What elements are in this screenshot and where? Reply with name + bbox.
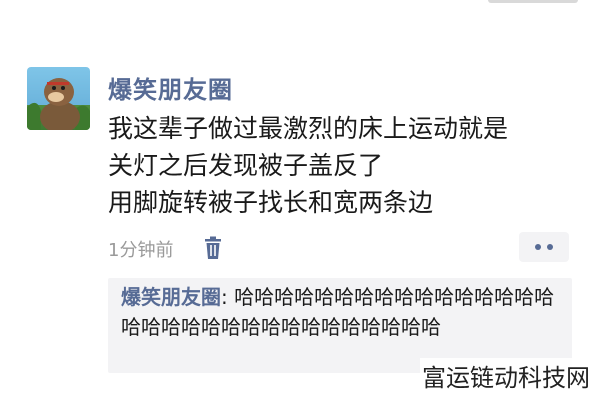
top-edge-bar: [488, 0, 578, 3]
avatar-illustration: [27, 78, 90, 130]
comment-separator: :: [221, 285, 235, 309]
post-content: 我这辈子做过最激烈的床上运动就是 关灯之后发现被子盖反了 用脚旋转被子找长和宽两…: [108, 110, 578, 221]
more-dots-icon: [547, 244, 553, 250]
comment-author-name[interactable]: 爆笑朋友圈: [121, 285, 221, 309]
post-content-line: 我这辈子做过最激烈的床上运动就是: [108, 114, 509, 143]
comment: 爆笑朋友圈: 哈哈哈哈哈哈哈哈哈哈哈哈哈哈哈哈哈哈哈哈哈哈哈哈哈哈哈哈哈哈哈哈: [121, 282, 566, 342]
more-dots-icon: [535, 244, 541, 250]
post-content-line: 用脚旋转被子找长和宽两条边: [108, 188, 434, 217]
trash-icon[interactable]: [203, 236, 223, 260]
avatar[interactable]: [27, 67, 90, 130]
post-author-name[interactable]: 爆笑朋友圈: [108, 70, 233, 105]
more-actions-button[interactable]: [519, 232, 569, 262]
post-timestamp: 1分钟前: [108, 240, 174, 261]
post-content-line: 关灯之后发现被子盖反了: [108, 151, 384, 180]
watermark-text: 富运链动科技网: [420, 358, 592, 393]
